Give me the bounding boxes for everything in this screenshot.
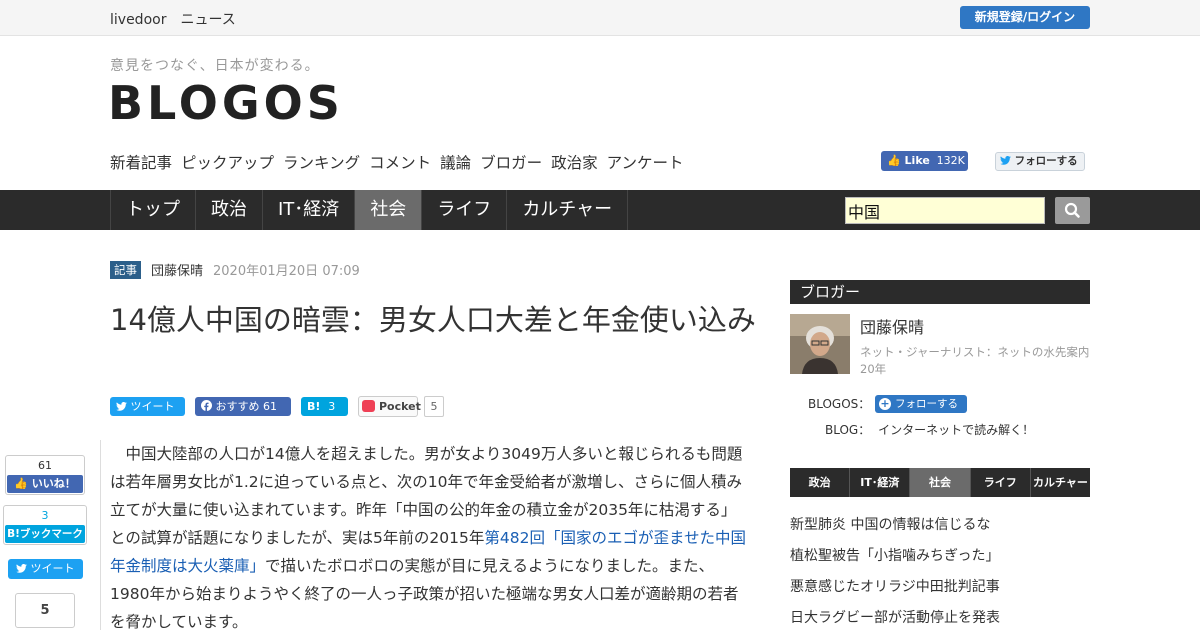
article-body: 中国大陸部の人口が14億人を超えました。男が女より3049万人多いと報じられるも… xyxy=(110,440,750,636)
category-tabs: 政治 IT･経済 社会 ライフ カルチャー xyxy=(790,468,1090,497)
twitter-bird-icon xyxy=(16,563,27,573)
blog-info: BLOG： インターネットで読み解く！ xyxy=(825,421,1034,438)
twitter-bird-icon xyxy=(116,401,127,411)
subnav-survey[interactable]: アンケート xyxy=(607,151,684,173)
tweet-label: ツイート xyxy=(130,400,175,413)
blogger-heading: ブロガー xyxy=(790,280,1090,304)
pocket-button[interactable]: Pocket xyxy=(358,396,421,417)
blogger-avatar[interactable] xyxy=(790,314,850,374)
blogos-label: BLOGOS： xyxy=(808,397,871,411)
floating-hb-label: B!ブックマーク xyxy=(5,525,85,543)
subnav-pickup[interactable]: ピックアップ xyxy=(181,151,274,173)
subnav-bloggers[interactable]: ブロガー xyxy=(480,151,542,173)
article-title: 14億人中国の暗雲：男女人口大差と年金使い込み xyxy=(110,303,756,337)
search-input[interactable] xyxy=(845,197,1045,224)
divider xyxy=(100,440,101,630)
article-date: 2020年01月20日 07:09 xyxy=(213,264,360,279)
sub-navigation: 新着記事 ピックアップ ランキング コメント 議論 ブロガー 政治家 アンケート xyxy=(110,151,684,173)
floating-hatena-bookmark[interactable]: 3 B!ブックマーク xyxy=(3,505,87,545)
subnav-discussion[interactable]: 議論 xyxy=(440,151,471,173)
cat-tab-politics[interactable]: 政治 xyxy=(790,468,851,497)
fb-like-label: Like xyxy=(904,154,930,167)
floating-fb-label: 👍 いいね！ xyxy=(7,475,83,493)
fb-recommend-count: 61 xyxy=(263,400,277,413)
nav-it-economy[interactable]: IT･経済 xyxy=(263,190,356,230)
facebook-recommend-button[interactable]: おすすめ 61 xyxy=(195,397,291,416)
livedoor-news-link[interactable]: livedoor ニュース xyxy=(110,9,236,29)
blog-name-link[interactable]: インターネットで読み解く！ xyxy=(878,423,1034,437)
news-item[interactable]: 植松聖被告「小指噛みちぎった」 xyxy=(790,545,1090,565)
facebook-icon xyxy=(201,400,212,411)
nav-top[interactable]: トップ xyxy=(111,190,196,230)
fb-recommend-label: おすすめ xyxy=(215,400,260,413)
blogger-description: ネット・ジャーナリスト：ネットの水先案内20年 xyxy=(860,345,1090,376)
tweet-button[interactable]: ツイート xyxy=(110,397,185,416)
subnav-comments[interactable]: コメント xyxy=(369,151,431,173)
subnav-new-articles[interactable]: 新着記事 xyxy=(110,151,172,173)
floating-facebook-like[interactable]: 61 👍 いいね！ xyxy=(5,455,85,495)
search-button[interactable] xyxy=(1055,197,1090,224)
cat-tab-society[interactable]: 社会 xyxy=(910,468,971,497)
tagline: 意見をつなぐ、日本が変わる。 xyxy=(110,58,320,74)
nav-culture[interactable]: カルチャー xyxy=(507,190,629,230)
floating-pocket-count[interactable]: 5 xyxy=(15,593,75,628)
pocket-label: Pocket xyxy=(379,400,421,413)
register-login-button[interactable]: 新規登録/ログイン xyxy=(960,6,1090,29)
nav-society[interactable]: 社会 xyxy=(355,190,423,230)
article-badge: 記事 xyxy=(110,260,141,279)
subnav-politicians[interactable]: 政治家 xyxy=(551,151,598,173)
fb-like-count: 132K xyxy=(936,154,965,167)
twitter-follow-button[interactable]: フォローする xyxy=(995,152,1085,171)
news-item[interactable]: 新型肺炎 中国の情報は信じるな xyxy=(790,514,1090,534)
nav-life[interactable]: ライフ xyxy=(422,190,508,230)
cat-tab-life[interactable]: ライフ xyxy=(971,468,1031,497)
blogger-name[interactable]: 団藤保晴 xyxy=(860,314,924,338)
follow-button[interactable]: + フォローする xyxy=(875,395,967,413)
subnav-ranking[interactable]: ランキング xyxy=(283,151,360,173)
pocket-count: 5 xyxy=(424,396,444,417)
blogos-logo[interactable]: BLOGOS xyxy=(108,76,344,130)
floating-tweet-button[interactable]: ツイート xyxy=(8,559,83,579)
cat-tab-it-economy[interactable]: IT･経済 xyxy=(850,468,911,497)
thumbs-up-icon: 👍 xyxy=(887,154,901,167)
twitter-follow-label: フォローする xyxy=(1014,155,1078,167)
nav-politics[interactable]: 政治 xyxy=(196,190,263,230)
article-meta: 記事 団藤保晴 2020年01月20日 07:09 xyxy=(110,260,360,279)
pocket-icon xyxy=(362,400,375,412)
hatena-b-icon: B! xyxy=(307,400,321,413)
hatena-count: 3 xyxy=(328,400,336,413)
top-bar: livedoor ニュース 新規登録/ログイン xyxy=(0,0,1200,36)
follow-label: フォローする xyxy=(895,398,958,410)
hatena-bookmark-button[interactable]: B! 3 xyxy=(301,397,348,416)
floating-tweet-label: ツイート xyxy=(30,562,75,575)
blogger-portrait xyxy=(790,314,850,374)
news-item[interactable]: 悪意感じたオリラジ中田批判記事 xyxy=(790,576,1090,596)
article-author[interactable]: 団藤保晴 xyxy=(151,260,203,279)
floating-hb-count: 3 xyxy=(41,509,49,522)
magnifier-icon xyxy=(1064,202,1080,218)
facebook-like-button[interactable]: 👍 Like 132K xyxy=(881,151,968,171)
cat-tab-culture[interactable]: カルチャー xyxy=(1031,468,1090,497)
floating-fb-count: 61 xyxy=(38,459,52,472)
twitter-bird-icon xyxy=(1000,155,1011,165)
blog-label: BLOG： xyxy=(825,423,871,437)
thumbs-up-icon: 👍 xyxy=(14,477,28,490)
news-item[interactable]: 日大ラグビー部が活動停止を発表 xyxy=(790,607,1090,627)
floating-fb-like-text: いいね！ xyxy=(31,477,76,490)
plus-icon: + xyxy=(879,397,891,410)
